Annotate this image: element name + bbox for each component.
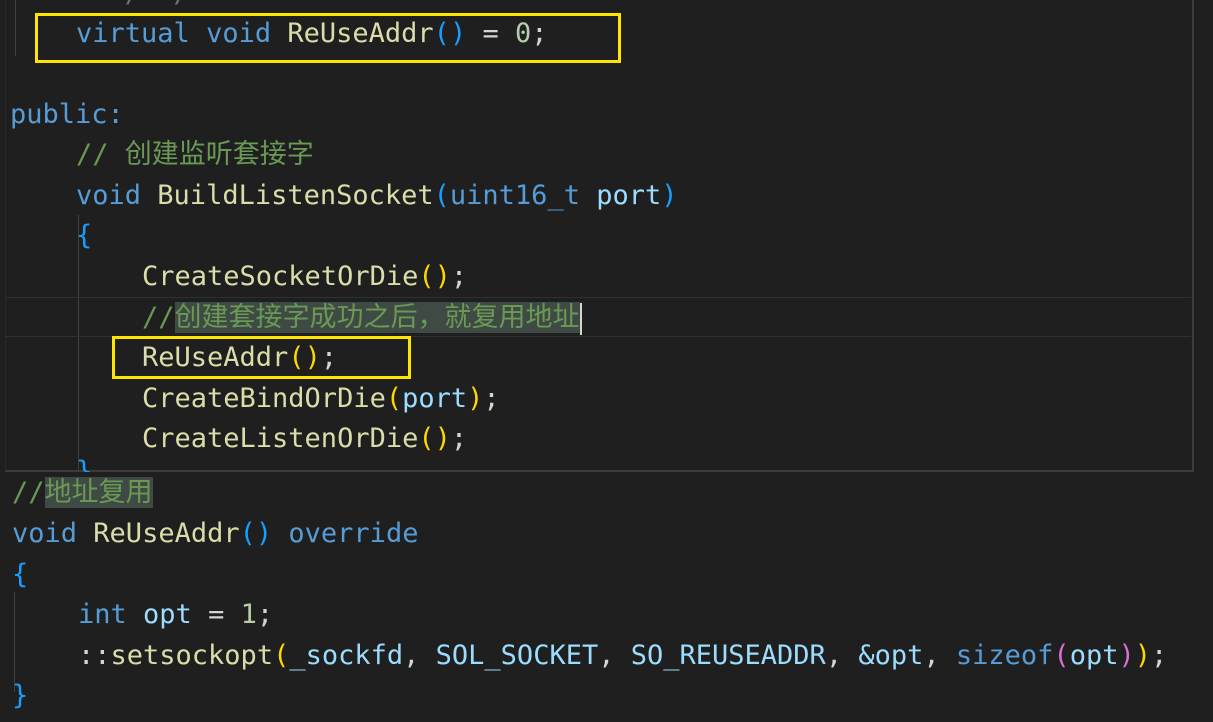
paren-close: )	[467, 383, 484, 414]
partially-visible-line: / /	[76, 0, 239, 14]
argument: opt	[1069, 640, 1119, 671]
code-line-public[interactable]: public:	[10, 95, 124, 135]
brace-close: }	[12, 680, 29, 711]
function-call: CreateSocketOrDie	[142, 261, 419, 292]
comment-selected-text: 创建套接字成功之后，就复用地址	[174, 302, 580, 333]
scope-operator: ::	[78, 640, 111, 671]
paren-open: (	[433, 180, 450, 211]
paren-open: (	[1053, 640, 1070, 671]
semicolon: ;	[1151, 640, 1168, 671]
code-editor-bottom-pane[interactable]: //地址复用 void ReUseAddr() override { int o…	[0, 472, 1213, 722]
code-line-create-listen[interactable]: CreateListenOrDie();	[142, 419, 467, 459]
keyword-void: void	[12, 518, 78, 549]
argument: port	[402, 383, 468, 414]
semicolon: ;	[450, 261, 468, 292]
paren-open: (	[385, 383, 403, 414]
code-line-open-brace[interactable]: {	[76, 216, 92, 256]
code-line-comment-addr-reuse[interactable]: //地址复用	[12, 473, 153, 513]
paren-open: (	[418, 423, 435, 454]
code-line-comment-build[interactable]: // 创建监听套接字	[76, 135, 314, 175]
comment: // 创建监听套接字	[76, 139, 314, 170]
paren-open: (	[239, 518, 256, 549]
comment-slashes: //	[12, 477, 45, 508]
param-name: port	[596, 180, 662, 211]
code-line-open-brace[interactable]: {	[12, 555, 28, 595]
access-specifier: public:	[10, 99, 124, 130]
function-call: CreateBindOrDie	[142, 383, 386, 414]
semicolon: ;	[450, 423, 468, 454]
indent-guide	[15, 0, 16, 56]
semicolon: ;	[483, 383, 500, 414]
highlight-box-virtual-decl	[35, 13, 621, 63]
brace-open: {	[12, 559, 29, 590]
paren-close: )	[1134, 640, 1151, 671]
paren-close: )	[661, 180, 678, 211]
code-line-build-listen-socket[interactable]: void BuildListenSocket(uint16_t port)	[76, 176, 678, 216]
semicolon: ;	[256, 599, 274, 630]
function-name: ReUseAddr	[93, 518, 240, 549]
paren-close: )	[1118, 640, 1135, 671]
paren-close: )	[434, 261, 451, 292]
function-call: CreateListenOrDie	[142, 423, 419, 454]
code-line-override-decl[interactable]: void ReUseAddr() override	[12, 514, 418, 554]
brace-close: }	[76, 456, 93, 472]
brace-open: {	[76, 220, 93, 251]
keyword-int: int	[78, 599, 127, 630]
code-line-close-brace-partial[interactable]: }	[76, 452, 92, 472]
text-cursor	[579, 302, 582, 335]
paren-open: (	[273, 640, 290, 671]
code-line-int-opt[interactable]: int opt = 1;	[78, 595, 273, 635]
code-line-create-socket[interactable]: CreateSocketOrDie();	[142, 257, 467, 297]
argument-sockfd: _sockfd	[289, 640, 404, 671]
variable-name: opt	[143, 599, 192, 630]
assign-operator: =	[191, 599, 241, 630]
code-line-create-bind[interactable]: CreateBindOrDie(port);	[142, 379, 500, 419]
highlight-box-reuse-call	[112, 336, 411, 379]
code-editor-top-pane[interactable]: / / virtual void ReUseAddr() = 0; public…	[0, 0, 1213, 472]
type-name: uint16_t	[449, 180, 580, 211]
argument-opt-address: &opt	[858, 640, 924, 671]
paren-open: (	[418, 261, 435, 292]
keyword-override: override	[288, 518, 419, 549]
argument-sol-socket: SOL_SOCKET	[435, 640, 599, 671]
keyword-void: void	[76, 180, 142, 211]
function-call: setsockopt	[110, 640, 274, 671]
comment-slashes: //	[142, 302, 175, 333]
function-name: BuildListenSocket	[157, 180, 434, 211]
argument-so-reuseaddr: SO_REUSEADDR	[630, 640, 826, 671]
number-literal: 1	[240, 599, 257, 630]
paren-close: )	[434, 423, 451, 454]
code-line-setsockopt[interactable]: ::setsockopt(_sockfd, SOL_SOCKET, SO_REU…	[78, 636, 1167, 676]
code-line-close-brace[interactable]: }	[12, 676, 28, 716]
comment-selected-text: 地址复用	[44, 477, 153, 508]
paren-close: )	[255, 518, 273, 549]
keyword-sizeof: sizeof	[955, 640, 1054, 671]
code-line-comment-reuse[interactable]: //创建套接字成功之后，就复用地址	[142, 298, 582, 338]
